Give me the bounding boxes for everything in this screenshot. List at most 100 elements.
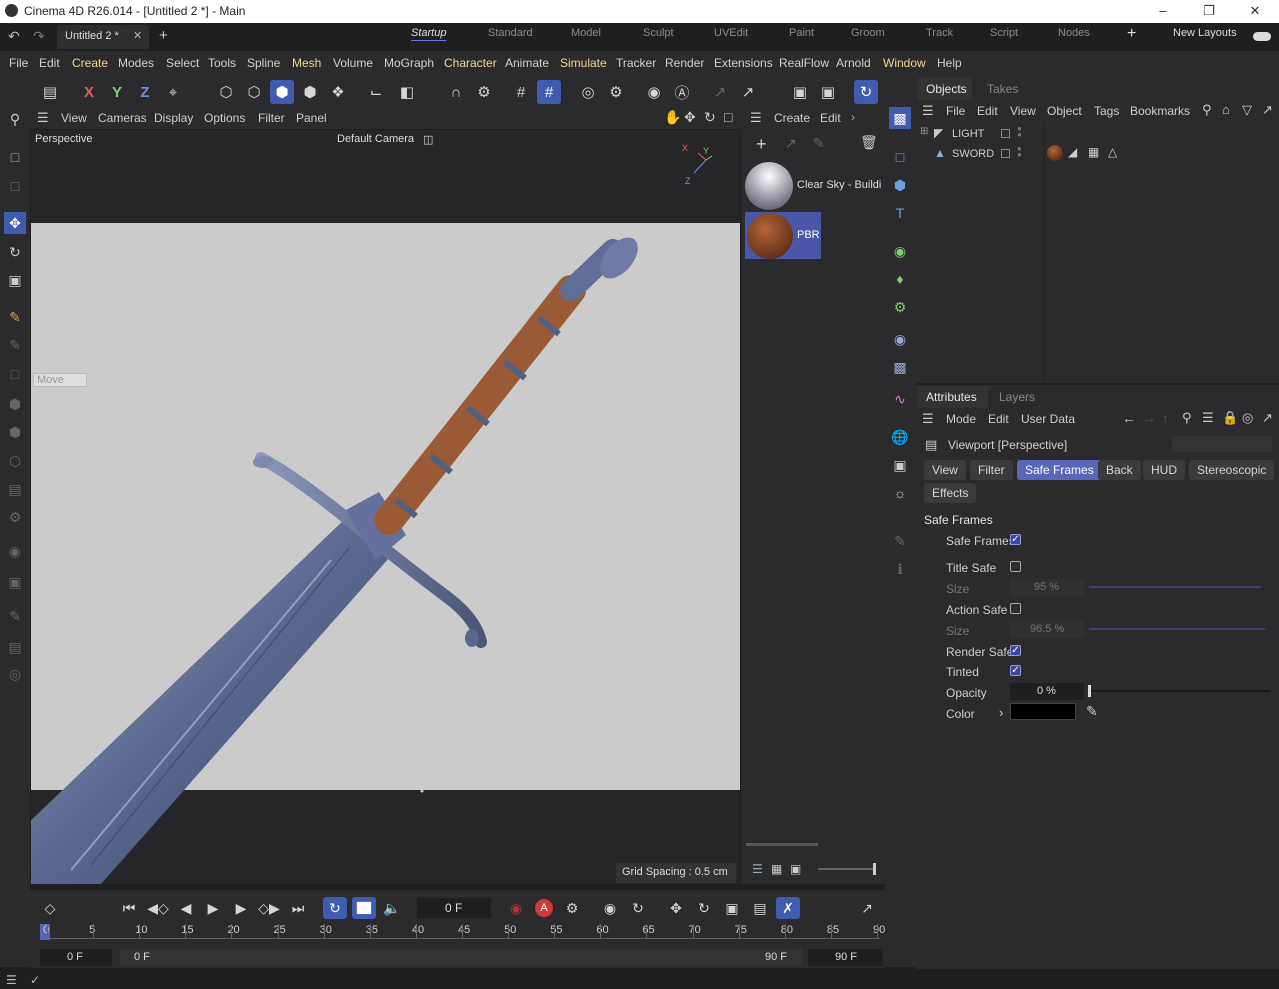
range-slider[interactable]: 0 F 90 F [120, 949, 802, 966]
snap-magnet-icon[interactable]: ∩ [444, 80, 468, 104]
attributes-tab-label[interactable]: Attributes [926, 390, 977, 404]
effector-icon[interactable]: ⚙ [889, 296, 911, 318]
layout-script[interactable]: Script [990, 27, 1018, 39]
timeline-expand-icon[interactable]: ↗ [855, 897, 879, 919]
current-frame-field[interactable]: 0 F [417, 898, 491, 918]
object-manager-icon[interactable]: ▩ [889, 107, 911, 129]
large-view-icon[interactable]: ▣ [790, 862, 801, 876]
sculpt-tool-icon[interactable]: ◉ [4, 540, 26, 562]
menu-animate[interactable]: Animate [505, 56, 549, 70]
arnold-render-icon[interactable]: Ⓐ [670, 80, 694, 104]
key-scale-icon[interactable]: ▣ [720, 897, 744, 919]
title-safe-checkbox[interactable] [1010, 561, 1021, 572]
z-axis-icon[interactable]: Z [133, 80, 157, 104]
rotate-tool-icon[interactable]: ↻ [4, 241, 26, 263]
takes-tab-label[interactable]: Takes [987, 82, 1018, 96]
material-thumb-clear-sky[interactable] [745, 162, 793, 210]
add-material-icon[interactable]: + [756, 134, 767, 155]
new-tab-icon[interactable]: + [159, 27, 168, 44]
objects-menu-view[interactable]: View [1010, 104, 1036, 118]
attributes-hamburger-icon[interactable]: ☰ [922, 411, 934, 427]
material-menu-create[interactable]: Create [774, 111, 810, 125]
edit-material-icon[interactable]: ✎ [813, 135, 825, 152]
viewport-menu-display[interactable]: Display [154, 111, 193, 125]
refresh-icon[interactable]: ↻ [854, 80, 878, 104]
autokey-icon[interactable]: A [532, 897, 556, 919]
action-safe-size-slider[interactable] [1089, 628, 1265, 630]
bridge-tool-icon[interactable]: ▤ [4, 478, 26, 500]
opacity-slider[interactable] [1089, 690, 1270, 692]
deformer-icon[interactable]: ◉ [889, 328, 911, 350]
eyedropper-icon[interactable]: ✎ [1086, 703, 1098, 720]
objects-menu-tags[interactable]: Tags [1094, 104, 1119, 118]
menu-render[interactable]: Render [665, 56, 704, 70]
redo-icon[interactable]: ↷ [33, 28, 45, 45]
end-frame-field[interactable]: 90 F [808, 949, 883, 966]
thumbnail-size-slider[interactable] [818, 868, 876, 870]
attributes-expand-icon[interactable]: ↗ [1262, 410, 1273, 426]
layer-tool-icon[interactable]: ▤ [4, 636, 26, 658]
camera-link-icon[interactable]: ◫ [423, 133, 433, 146]
grid-icon[interactable]: # [509, 80, 533, 104]
add-layout-icon[interactable]: + [1127, 25, 1136, 43]
scene-icon[interactable]: ▤ [38, 80, 62, 104]
menu-mesh[interactable]: Mesh [292, 56, 321, 70]
sword-visibility-icon[interactable]: ● ● [1017, 145, 1022, 159]
layout-uvedit[interactable]: UVEdit [714, 27, 748, 39]
layout-sculpt[interactable]: Sculpt [643, 27, 674, 39]
objects-expand-icon[interactable]: ↗ [1262, 102, 1273, 118]
paint-tool-icon[interactable]: ✎ [4, 605, 26, 627]
list-view-icon[interactable]: ☰ [752, 862, 763, 876]
go-to-start-icon[interactable]: ⏮ [117, 897, 141, 919]
menu-window[interactable]: Window [883, 56, 926, 70]
attributes-target-icon[interactable]: ◎ [1242, 410, 1253, 426]
render-queue-icon[interactable]: ▣ [816, 80, 840, 104]
move-view-icon[interactable]: ✥ [684, 109, 696, 126]
tinted-checkbox[interactable]: ✓ [1010, 665, 1021, 676]
layout-model[interactable]: Model [571, 27, 601, 39]
layout-startup[interactable]: Startup [411, 27, 446, 39]
model-mode-icon[interactable]: ⬢ [298, 80, 322, 104]
attributes-search-icon[interactable]: ⚲ [1182, 410, 1192, 426]
material-scrollbar[interactable] [746, 843, 818, 846]
layers-tab-label[interactable]: Layers [999, 390, 1035, 404]
material-hamburger-icon[interactable]: ☰ [750, 110, 762, 126]
link-material-icon[interactable]: ↗ [785, 135, 797, 152]
layout-toggle[interactable] [1253, 32, 1271, 41]
up-arrow-icon[interactable]: ↑ [1162, 410, 1169, 426]
cloner-icon[interactable]: ♦ [889, 268, 911, 290]
null-object-icon[interactable]: □ [889, 146, 911, 168]
delete-material-icon[interactable]: 🗑 [860, 134, 878, 151]
material-name-pbr[interactable]: PBR [797, 229, 820, 241]
attr-tab-stereoscopic[interactable]: Stereoscopic [1189, 460, 1275, 480]
sword-material-tag-icon[interactable] [1047, 145, 1063, 161]
attr-tab-back[interactable]: Back [1098, 460, 1141, 480]
object-name-light[interactable]: LIGHT [952, 128, 984, 140]
objects-tab-label[interactable]: Objects [926, 82, 967, 96]
layout-groom[interactable]: Groom [851, 27, 885, 39]
menu-modes[interactable]: Modes [118, 56, 154, 70]
record-icon[interactable]: ◉ [504, 897, 528, 919]
sword-layer-checkbox[interactable] [1001, 149, 1010, 158]
material-menu-edit[interactable]: Edit [820, 111, 841, 125]
model-tool-icon[interactable]: ⬢ [4, 421, 26, 443]
menu-arnold[interactable]: Arnold [836, 56, 871, 70]
close-tab-icon[interactable]: ✕ [133, 29, 142, 42]
sound-icon[interactable]: 🔈 [380, 897, 404, 919]
frame-tool-icon[interactable]: □ [4, 363, 26, 385]
key-move-icon[interactable]: ✥ [664, 897, 688, 919]
pen-tool-icon[interactable]: ✎ [4, 334, 26, 356]
key-pla-icon[interactable]: ✗ [776, 897, 800, 919]
material-menu-more-icon[interactable]: › [851, 110, 855, 124]
interactive-render-icon[interactable]: ◉ [642, 80, 666, 104]
minimize-button[interactable]: – [1140, 0, 1186, 23]
light-visibility-icon[interactable]: ● ● [1017, 125, 1022, 139]
tag-icon[interactable]: ✎ [889, 530, 911, 552]
x-axis-icon[interactable]: X [77, 80, 101, 104]
search-icon[interactable]: ⚲ [4, 108, 26, 130]
safe-frames-checkbox[interactable]: ✓ [1010, 534, 1021, 545]
next-frame-icon[interactable]: ▶ [229, 897, 253, 919]
title-safe-size-field[interactable]: 95 % [1010, 579, 1084, 596]
attr-tab-hud[interactable]: HUD [1143, 460, 1185, 480]
menu-simulate[interactable]: Simulate [560, 56, 607, 70]
